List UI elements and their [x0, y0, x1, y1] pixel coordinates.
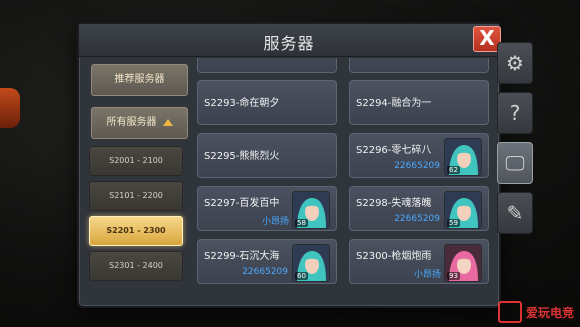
character-avatar: 58: [292, 191, 330, 229]
player-id: 22665209: [242, 267, 288, 277]
server-card-s2298[interactable]: S2298-失魂落魄 22665209 59: [349, 186, 489, 231]
edit-tab[interactable]: ✎: [497, 192, 533, 234]
server-name: S2300-枪烟炮雨: [356, 251, 432, 262]
server-grid: S2293-命在朝夕 S2294-融合为一 S2295-熊熊烈火 S2296-零…: [197, 58, 493, 304]
recommended-servers-button[interactable]: 推荐服务器: [91, 64, 188, 96]
server-tab[interactable]: 🖵: [497, 142, 533, 184]
all-servers-button[interactable]: 所有服务器: [91, 107, 188, 139]
server-card-s2300[interactable]: S2300-枪烟炮雨 小昂扬 93: [349, 239, 489, 284]
server-card-s2293[interactable]: S2293-命在朝夕: [197, 80, 337, 125]
watermark-logo-icon: [497, 301, 522, 323]
player-id: 22665209: [394, 214, 440, 224]
server-card-s2297[interactable]: S2297-百发百中 小昂扬 58: [197, 186, 337, 231]
range-item-s2001[interactable]: S2001 - 2100: [89, 146, 183, 176]
range-list: S2001 - 2100 S2101 - 2200 S2201 - 2300 S…: [89, 146, 183, 306]
player-nickname: 小昂扬: [413, 270, 441, 280]
server-card-partial-right[interactable]: [349, 58, 489, 73]
player-id: 22665209: [394, 161, 440, 171]
range-item-s2101[interactable]: S2101 - 2200: [89, 181, 183, 211]
server-card-partial-left[interactable]: [197, 58, 337, 73]
dialog-header: 服务器 X: [79, 24, 501, 57]
all-servers-label: 所有服务器: [106, 117, 157, 128]
level-badge: 62: [447, 166, 460, 174]
server-card-s2296[interactable]: S2296-零七碎八 22665209 62: [349, 133, 489, 178]
help-icon: ?: [509, 101, 521, 125]
settings-tab[interactable]: ⚙: [497, 42, 533, 84]
player-nickname: 小昂扬: [261, 217, 289, 227]
range-item-s2301[interactable]: S2301 - 2400: [89, 251, 183, 281]
gear-icon: ⚙: [506, 51, 524, 75]
server-card-s2299[interactable]: S2299-石沉大海 22665209 60: [197, 239, 337, 284]
server-name: S2298-失魂落魄: [356, 198, 432, 209]
dialog-title: 服务器: [263, 34, 315, 53]
monitor-icon: 🖵: [505, 151, 525, 175]
character-avatar: 59: [444, 191, 482, 229]
help-tab[interactable]: ?: [497, 92, 533, 134]
character-avatar: 93: [444, 244, 482, 282]
watermark: 爱玩电竞: [497, 301, 574, 323]
server-name: S2294-融合为一: [356, 98, 432, 109]
watermark-text: 爱玩电竞: [525, 305, 574, 320]
edit-icon: ✎: [506, 201, 524, 225]
character-avatar: 62: [444, 138, 482, 176]
range-item-s2201[interactable]: S2201 - 2300: [89, 216, 183, 246]
character-avatar: 60: [292, 244, 330, 282]
level-badge: 59: [447, 219, 460, 227]
triangle-up-icon: [162, 118, 173, 126]
background-left-badge: [0, 88, 20, 128]
server-card-s2294[interactable]: S2294-融合为一: [349, 80, 489, 125]
server-name: S2295-熊熊烈火: [204, 151, 280, 162]
server-name: S2293-命在朝夕: [204, 98, 280, 109]
level-badge: 58: [295, 219, 308, 227]
server-name: S2297-百发百中: [204, 198, 280, 209]
level-badge: 93: [447, 272, 460, 280]
server-card-s2295[interactable]: S2295-熊熊烈火: [197, 133, 337, 178]
level-badge: 60: [295, 272, 308, 280]
server-select-dialog: 服务器 X 推荐服务器 所有服务器 S2001 - 2100 S2101 - 2…: [77, 22, 501, 308]
server-name: S2296-零七碎八: [356, 145, 432, 156]
server-name: S2299-石沉大海: [204, 251, 280, 262]
